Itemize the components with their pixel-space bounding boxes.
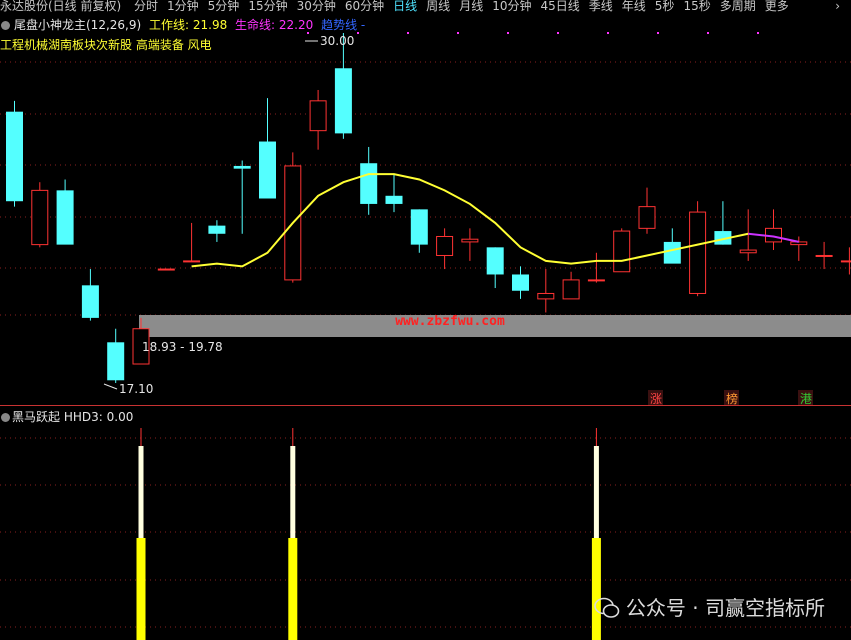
signal-bar-upper [593,446,599,538]
signal-bar-upper [290,446,296,538]
candle-body [689,211,707,294]
low-arrow [103,383,118,390]
candle-body [56,190,74,245]
candle[interactable] [461,228,479,261]
site-watermark: www.zbzfwu.com [395,314,505,329]
candle-body [815,254,833,257]
candle-body [385,195,403,204]
signal-bar-upper [138,446,144,538]
signal-bar-lower [591,538,601,640]
marker-dot [707,32,709,34]
marker-dot [307,32,309,34]
candle[interactable] [183,222,201,263]
candle-body [537,292,555,300]
signal-bar-lower [288,538,298,640]
candle[interactable] [31,182,49,248]
candle[interactable] [233,160,251,234]
candle[interactable] [385,174,403,213]
stock-tag[interactable]: 涨 [650,391,662,406]
candle[interactable] [334,33,352,139]
candle-body [840,260,851,263]
signal-bar [136,428,146,640]
marker-dot [757,32,759,34]
candle[interactable] [107,328,125,383]
candle[interactable] [410,209,428,253]
candle[interactable] [840,247,851,275]
candle-body [81,285,99,318]
candle[interactable] [537,269,555,313]
candle[interactable] [765,209,782,251]
footer-watermark: 公众号 · 司赢空指标所 [594,592,825,621]
candle[interactable] [436,228,454,270]
candle-body [562,279,580,300]
candle-body [183,260,201,263]
marker-dot [557,32,559,34]
candle-body [157,268,175,271]
stock-tag[interactable]: 港 [800,392,812,406]
marker-dot [457,32,459,34]
stock-tag[interactable]: 榜 [726,391,738,406]
candle-body [436,235,454,256]
candle[interactable] [562,271,580,300]
candle[interactable] [638,187,656,234]
candle-body [790,241,808,246]
candle-body [6,111,23,202]
candle[interactable] [81,269,99,321]
candle-body [334,68,352,134]
candle[interactable] [56,179,74,245]
candle-body [739,249,757,254]
marker-dot [357,32,359,34]
wechat-icon [594,597,620,618]
candle-body [663,241,681,264]
signal-bar [288,428,298,640]
candle-body [208,225,226,234]
candle[interactable] [512,266,529,299]
high-price-label: 30.00 [320,34,354,48]
candle[interactable] [815,241,833,270]
candle-body [259,141,276,199]
candle[interactable] [259,98,276,199]
candle[interactable] [309,89,327,150]
candle-body [107,342,125,381]
signal-bar-lower [136,538,146,640]
marker-dot [607,32,609,34]
candle-body [587,279,605,282]
candle[interactable] [208,220,226,242]
candle[interactable] [6,100,23,207]
candle-body [486,247,504,275]
low-price-label: 17.10 [119,382,153,396]
candle-body [613,230,631,273]
candle-body [31,189,49,246]
candle-body [410,209,428,245]
marker-dot [407,32,409,34]
candle[interactable] [663,228,681,264]
candle[interactable] [157,268,175,271]
candle[interactable] [613,228,631,273]
candle[interactable] [486,247,504,289]
candle-body [638,206,656,229]
candle[interactable] [689,201,707,297]
candle-body [360,163,378,204]
candle-body [461,238,479,243]
candlestick-chart[interactable]: www.zbzfwu.com 30.00 17.10 18.93 - 19.78… [0,0,851,640]
candle-body [512,274,529,291]
footer-watermark-text: 公众号 · 司赢空指标所 [625,596,825,620]
marker-dot [657,32,659,34]
candle-body [309,100,327,132]
marker-dot [507,32,509,34]
candle[interactable] [360,146,378,215]
candle-body [233,165,251,169]
range-label: 18.93 - 19.78 [142,340,223,354]
